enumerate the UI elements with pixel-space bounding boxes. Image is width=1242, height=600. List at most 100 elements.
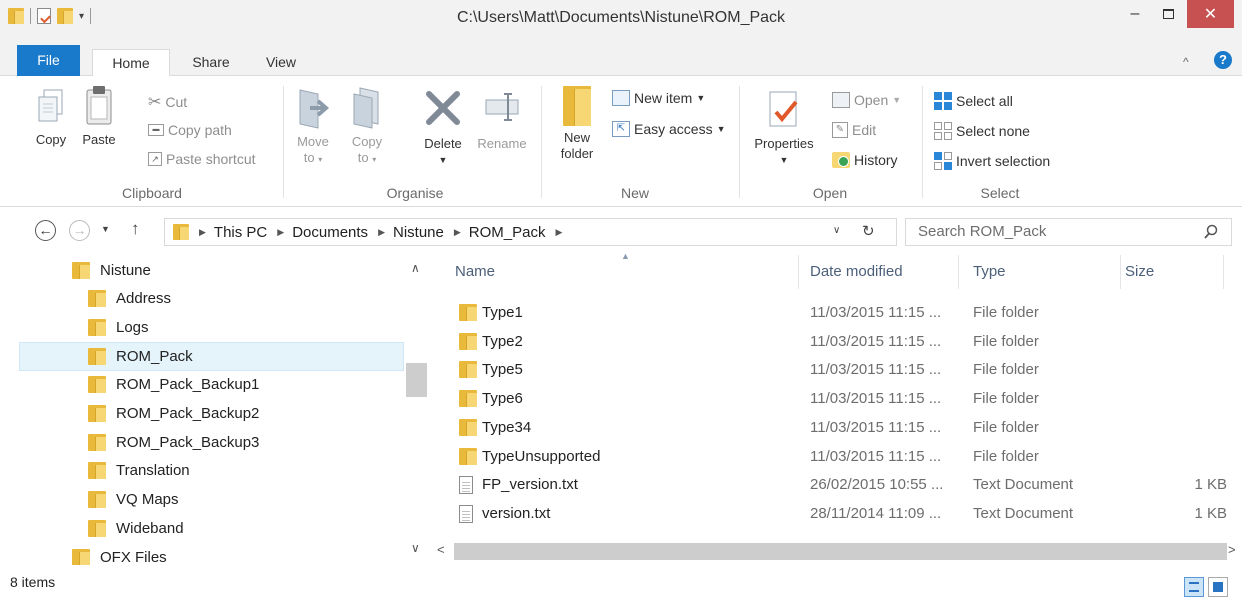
file-row[interactable]: FP_version.txt 26/02/2015 10:55 ... Text D… — [430, 471, 1242, 499]
delete-dropdown-icon[interactable]: ▼ — [418, 152, 468, 168]
new-folder-button[interactable]: New folder — [552, 86, 602, 162]
properties-dropdown-icon[interactable]: ▼ — [748, 152, 820, 168]
copy-icon — [38, 89, 63, 122]
column-header-name[interactable]: Name — [455, 263, 495, 280]
copy-to-icon — [353, 87, 379, 129]
paste-shortcut-button[interactable]: ↗ Paste shortcut — [148, 151, 256, 167]
nav-item-rom-pack-backup2[interactable]: ROM_Pack_Backup2 — [88, 400, 259, 428]
file-type: Text Document — [973, 504, 1074, 522]
copy-path-button[interactable]: ▬ Copy path — [148, 122, 232, 138]
breadcrumb-this-pc[interactable]: This PC — [214, 224, 267, 241]
tab-share[interactable]: Share — [178, 49, 244, 76]
nav-item-wideband[interactable]: Wideband — [88, 514, 184, 542]
copy-label: Copy — [35, 132, 67, 147]
divider[interactable] — [1223, 255, 1224, 289]
column-header-size[interactable]: Size — [1125, 263, 1154, 280]
divider[interactable] — [958, 255, 959, 289]
delete-button[interactable]: Delete ▼ — [418, 88, 468, 168]
copy-to-button[interactable]: Copy to ▾ — [347, 86, 387, 168]
tab-home[interactable]: Home — [92, 49, 170, 77]
search-icon[interactable] — [1203, 224, 1219, 240]
scrollbar-thumb[interactable] — [454, 543, 1227, 560]
back-button[interactable]: ← — [35, 220, 56, 241]
file-row[interactable]: TypeUnsupported 11/03/2015 11:15 ... File … — [430, 443, 1242, 471]
search-placeholder: Search ROM_Pack — [918, 223, 1047, 240]
nav-item-address[interactable]: Address — [88, 285, 171, 313]
invert-selection-button[interactable]: Invert selection — [934, 152, 1050, 170]
paste-icon — [86, 86, 112, 125]
scrollbar-thumb[interactable] — [406, 363, 427, 397]
file-icon-wrap — [459, 476, 473, 498]
title-bar: ▾ C:\Users\Matt\Documents\Nistune\ROM_Pa… — [0, 0, 1242, 36]
breadcrumb-separator-icon[interactable]: ▶ — [454, 227, 461, 238]
scroll-right-icon[interactable]: > — [1228, 542, 1236, 557]
properties-button[interactable]: Properties ▼ — [748, 88, 820, 168]
breadcrumb-separator-icon[interactable]: ▶ — [199, 227, 206, 238]
open-button[interactable]: Open ▼ — [832, 92, 901, 108]
history-button[interactable]: History — [832, 152, 898, 168]
file-type: File folder — [973, 304, 1039, 321]
up-arrow-icon[interactable]: ↑ — [131, 219, 140, 239]
scroll-up-icon[interactable]: ∧ — [411, 261, 420, 275]
nav-item-rom-pack-backup3[interactable]: ROM_Pack_Backup3 — [88, 428, 259, 456]
cut-button[interactable]: ✂ Cut — [148, 92, 187, 112]
scroll-left-icon[interactable]: < — [437, 542, 445, 557]
recent-locations-icon[interactable]: ▼ — [101, 224, 110, 234]
scroll-down-icon[interactable]: ∨ — [411, 541, 420, 555]
divider[interactable] — [1120, 255, 1121, 289]
tab-view[interactable]: View — [258, 49, 304, 76]
column-header-date-modified[interactable]: Date modified — [810, 263, 903, 280]
forward-button[interactable]: → — [69, 220, 90, 241]
breadcrumb-separator-icon[interactable]: ▶ — [277, 227, 284, 238]
folder-icon — [88, 405, 106, 422]
file-row[interactable]: Type1 11/03/2015 11:15 ... File folder — [430, 299, 1242, 327]
breadcrumb-separator-icon[interactable]: ▶ — [555, 227, 562, 238]
details-view-button[interactable] — [1184, 577, 1204, 597]
nav-item-nistune[interactable]: Nistune — [72, 256, 151, 284]
nav-item-rom-pack-backup1[interactable]: ROM_Pack_Backup1 — [88, 371, 259, 399]
select-none-button[interactable]: Select none — [934, 122, 1030, 140]
breadcrumb-documents[interactable]: Documents — [292, 224, 368, 241]
help-icon[interactable]: ? — [1214, 51, 1232, 69]
select-all-icon — [934, 92, 952, 110]
breadcrumb-nistune[interactable]: Nistune — [393, 224, 444, 241]
large-icons-view-button[interactable] — [1208, 577, 1228, 597]
search-input[interactable]: Search ROM_Pack — [905, 218, 1232, 246]
divider[interactable] — [798, 255, 799, 289]
copy-button[interactable]: Copy — [30, 88, 72, 148]
horizontal-scrollbar[interactable]: < > — [430, 540, 1242, 562]
nav-item-logs[interactable]: Logs — [88, 313, 149, 341]
paste-button[interactable]: Paste — [78, 84, 120, 148]
select-all-button[interactable]: Select all — [934, 92, 1013, 110]
easy-access-button[interactable]: ⇱ Easy access ▼ — [612, 121, 726, 137]
select-group-label: Select — [980, 185, 1020, 201]
close-button[interactable]: ✕ — [1187, 0, 1234, 28]
file-row[interactable]: version.txt 28/11/2014 11:09 ... Text Docu… — [430, 500, 1242, 528]
rename-button[interactable]: Rename — [472, 88, 532, 152]
new-item-button[interactable]: New item ▼ — [612, 90, 705, 106]
nav-item-translation[interactable]: Translation — [88, 457, 190, 485]
maximize-button[interactable] — [1153, 0, 1183, 28]
minimize-ribbon-icon[interactable]: ^ — [1183, 55, 1189, 69]
address-history-dropdown-icon[interactable]: ∨ — [833, 225, 840, 236]
file-icon-wrap — [459, 504, 473, 527]
vertical-scrollbar[interactable]: ∧ ∨ — [404, 251, 430, 565]
move-to-button[interactable]: Move to ▾ — [293, 86, 333, 168]
address-bar[interactable]: ▶ This PC ▶ Documents ▶ Nistune ▶ ROM_Pa… — [164, 218, 897, 246]
file-row[interactable]: Type2 11/03/2015 11:15 ... File folder — [430, 328, 1242, 356]
minimize-button[interactable]: – — [1120, 0, 1150, 28]
nav-item-vq-maps[interactable]: VQ Maps — [88, 486, 179, 514]
tab-file[interactable]: File — [17, 45, 80, 76]
breadcrumb-separator-icon[interactable]: ▶ — [378, 227, 385, 238]
file-row[interactable]: Type6 11/03/2015 11:15 ... File folder — [430, 385, 1242, 413]
folder-icon — [88, 318, 106, 336]
file-row[interactable]: Type5 11/03/2015 11:15 ... File folder — [430, 356, 1242, 384]
refresh-icon[interactable]: ↻ — [862, 222, 875, 240]
copy-path-label: Copy path — [168, 122, 232, 138]
edit-button[interactable]: ✎ Edit — [832, 122, 876, 138]
column-header-type[interactable]: Type — [973, 263, 1006, 280]
file-row[interactable]: Type34 11/03/2015 11:15 ... File folder — [430, 414, 1242, 442]
nav-item-rom-pack[interactable]: ROM_Pack — [88, 342, 193, 370]
text-file-icon — [459, 504, 473, 523]
breadcrumb-rom-pack[interactable]: ROM_Pack — [469, 224, 546, 241]
